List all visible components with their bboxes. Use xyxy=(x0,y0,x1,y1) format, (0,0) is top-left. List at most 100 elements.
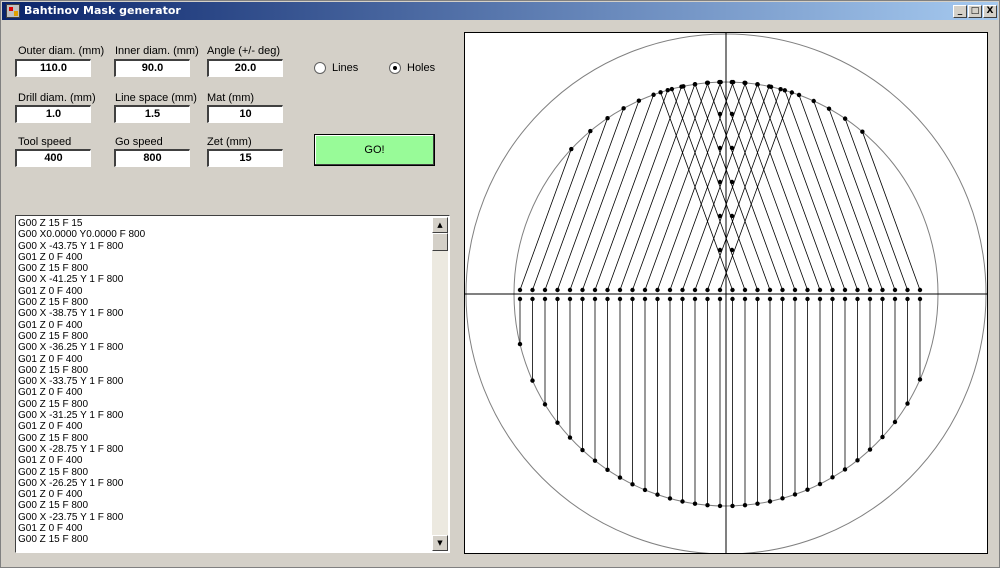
gcode-line: G00 Z 15 F 800 xyxy=(18,364,89,376)
drill-hole xyxy=(667,496,673,501)
gcode-line: G01 Z 0 F 400 xyxy=(18,387,83,399)
go-speed-field[interactable]: 800 xyxy=(114,149,190,167)
drill-hole xyxy=(789,90,795,95)
drill-hole xyxy=(692,287,698,293)
gcode-line: G01 Z 0 F 400 xyxy=(18,523,83,535)
upper-angled-line xyxy=(532,130,591,291)
gcode-line: G00 Z 15 F 15 xyxy=(18,218,83,229)
drill-hole xyxy=(605,467,610,472)
mask-preview-canvas xyxy=(464,32,988,554)
scroll-up-button[interactable]: ▲ xyxy=(432,217,448,233)
center-hole xyxy=(729,247,735,253)
tool-speed-label: Tool speed xyxy=(18,136,72,148)
drill-hole xyxy=(905,287,910,293)
drill-hole xyxy=(530,378,535,383)
lines-radio[interactable]: Lines xyxy=(314,62,358,74)
zet-field[interactable]: 15 xyxy=(207,149,283,167)
zet-label: Zet (mm) xyxy=(207,136,252,148)
drill-hole xyxy=(842,287,848,293)
drill-hole xyxy=(717,287,723,293)
drill-hole xyxy=(605,287,610,293)
app-icon xyxy=(6,4,20,18)
mat-field[interactable]: 10 xyxy=(207,105,283,123)
line-space-field[interactable]: 1.5 xyxy=(114,105,190,123)
drill-hole xyxy=(805,287,810,293)
drill-hole xyxy=(742,502,748,508)
holes-radio[interactable]: Holes xyxy=(389,62,435,74)
drill-hole xyxy=(617,296,623,302)
drill-hole xyxy=(792,287,798,293)
upper-angled-line xyxy=(569,100,640,291)
drill-hole xyxy=(636,98,642,103)
gcode-line: G00 X -28.75 Y 1 F 800 xyxy=(18,443,124,455)
drill-hole xyxy=(768,84,774,90)
drill-hole xyxy=(767,296,773,302)
scroll-down-button[interactable]: ▼ xyxy=(432,535,448,551)
drill-hole xyxy=(917,377,923,382)
inner-diam-field[interactable]: 90.0 xyxy=(114,59,190,77)
drill-hole xyxy=(792,296,798,302)
outer-diam-field[interactable]: 110.0 xyxy=(15,59,91,77)
holes-radio-circle[interactable] xyxy=(389,62,401,74)
drill-hole xyxy=(842,296,848,302)
drill-hole xyxy=(805,487,810,492)
drill-hole xyxy=(680,296,685,302)
drill-hole xyxy=(880,434,885,440)
drill-hole xyxy=(717,296,723,302)
center-hole xyxy=(717,213,723,219)
gcode-line: G00 X0.0000 Y0.0000 F 800 xyxy=(18,229,146,241)
drill-hole xyxy=(569,146,574,152)
drill-hole xyxy=(780,296,785,302)
drill-hole xyxy=(592,458,598,463)
drill-hole xyxy=(830,287,835,293)
scroll-thumb[interactable] xyxy=(432,233,448,251)
tool-speed-field[interactable]: 400 xyxy=(15,149,91,167)
drill-hole xyxy=(692,501,698,506)
angle-field[interactable]: 20.0 xyxy=(207,59,283,77)
gcode-line: G01 Z 0 F 400 xyxy=(18,455,83,467)
drill-hole xyxy=(542,296,548,302)
close-button[interactable]: X xyxy=(983,5,997,18)
gcode-line: G00 X -33.75 Y 1 F 800 xyxy=(18,376,124,388)
drill-hole xyxy=(680,499,685,504)
lines-radio-circle[interactable] xyxy=(314,62,326,74)
drill-hole xyxy=(729,79,735,85)
gcode-line: G00 Z 15 F 800 xyxy=(18,297,89,309)
center-hole xyxy=(729,145,735,151)
drill-hole xyxy=(642,287,648,293)
drill-hole xyxy=(817,481,823,487)
drill-hole xyxy=(730,296,735,302)
drill-diam-field[interactable]: 1.0 xyxy=(15,105,91,123)
drill-hole xyxy=(692,296,698,302)
gcode-line: G01 Z 0 F 400 xyxy=(18,353,83,365)
inner-diam-label: Inner diam. (mm) xyxy=(115,45,199,57)
drill-hole xyxy=(905,401,910,406)
upper-angled-line xyxy=(607,86,682,291)
center-hole xyxy=(717,247,723,253)
drill-hole xyxy=(542,402,548,407)
drill-hole xyxy=(755,296,760,302)
title-bar[interactable]: Bahtinov Mask generator _ □ X xyxy=(2,2,998,20)
drill-hole xyxy=(592,287,598,293)
center-hole xyxy=(729,179,735,185)
center-hole xyxy=(729,213,735,219)
gcode-output[interactable]: G00 Z 15 F 15 G00 X0.0000 Y0.0000 F 800 G0… xyxy=(15,215,450,553)
drill-hole xyxy=(905,296,910,302)
gcode-line: G00 X -36.25 Y 1 F 800 xyxy=(18,342,124,354)
maximize-button[interactable]: □ xyxy=(968,5,982,18)
vertical-scrollbar[interactable]: ▲ ▼ xyxy=(432,217,448,551)
drill-hole xyxy=(717,79,722,85)
drill-hole xyxy=(621,106,626,111)
go-button[interactable]: GO! xyxy=(314,134,435,166)
gcode-line: G00 X -38.75 Y 1 F 800 xyxy=(18,308,124,320)
drill-hole xyxy=(517,341,523,347)
gcode-line: G00 X -26.25 Y 1 F 800 xyxy=(18,477,124,489)
minimize-button[interactable]: _ xyxy=(953,5,967,18)
gcode-line: G00 X -31.25 Y 1 F 800 xyxy=(18,410,124,422)
drill-hole xyxy=(742,287,748,293)
drill-hole xyxy=(655,296,660,302)
gcode-lines: G00 Z 15 F 15 G00 X0.0000 Y0.0000 F 800 G0… xyxy=(18,218,434,550)
upper-angled-line xyxy=(813,100,883,291)
drill-hole xyxy=(567,435,573,440)
drill-hole xyxy=(805,296,810,302)
